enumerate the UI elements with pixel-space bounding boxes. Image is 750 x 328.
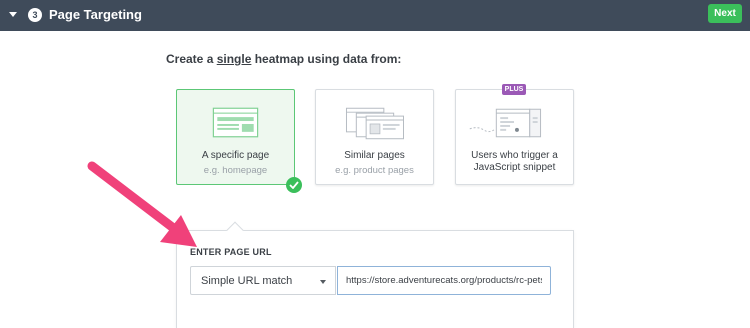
- option-title: Users who trigger a JavaScript snippet: [471, 150, 558, 173]
- section-title: Page Targeting: [49, 7, 142, 22]
- match-type-value: Simple URL match: [201, 275, 293, 287]
- plus-badge: PLUS: [502, 84, 526, 95]
- option-subtitle: e.g. product pages: [335, 165, 414, 176]
- page-heading: Create a single heatmap using data from:: [166, 52, 402, 66]
- option-javascript-snippet[interactable]: Users who trigger a JavaScript snippet: [455, 89, 574, 185]
- single-page-icon: [212, 107, 259, 138]
- url-label: ENTER PAGE URL: [190, 247, 272, 257]
- option-title: A specific page: [201, 150, 270, 161]
- url-match-type-select[interactable]: Simple URL match: [190, 266, 336, 295]
- option-subtitle: e.g. homepage: [203, 165, 268, 176]
- checkmark-icon: [286, 177, 302, 193]
- multiple-pages-icon: [345, 107, 404, 140]
- next-button[interactable]: Next: [708, 4, 742, 23]
- heading-emphasis: single: [216, 52, 252, 66]
- option-title: Similar pages: [344, 150, 405, 161]
- section-header: 3 Page Targeting Next: [0, 0, 750, 31]
- javascript-snippet-icon: [469, 108, 542, 138]
- page-url-input[interactable]: [337, 266, 551, 295]
- chevron-down-icon: [320, 280, 326, 284]
- option-specific-page[interactable]: A specific page e.g. homepage: [176, 89, 295, 185]
- option-similar-pages[interactable]: Similar pages e.g. product pages: [315, 89, 434, 185]
- chevron-down-icon[interactable]: [9, 12, 17, 17]
- step-number-badge: 3: [28, 8, 42, 22]
